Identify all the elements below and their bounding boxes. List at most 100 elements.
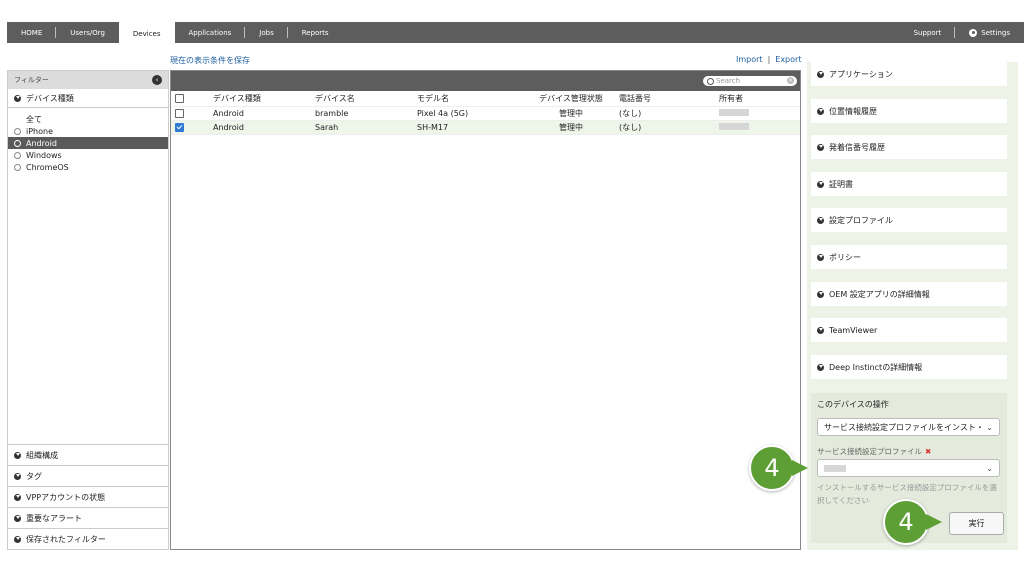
device-type-label: Windows [26, 150, 62, 160]
device-type-section-header[interactable]: デバイス種類 [8, 89, 168, 108]
row-checkbox[interactable] [175, 123, 184, 132]
table-row[interactable]: Android bramble Pixel 4a (5G) 管理中 (なし) [171, 107, 800, 121]
device-table-panel: Search × デバイス種類 デバイス名 モデル名 デバイス管理状態 電話番号… [170, 70, 801, 550]
column-header[interactable]: モデル名 [413, 93, 523, 104]
chevron-down-icon [817, 143, 824, 151]
cell-device-name: bramble [315, 109, 349, 118]
required-icon: ✖ [925, 447, 932, 456]
save-filter-link[interactable]: 現在の表示条件を保存 [170, 55, 250, 66]
section-label: VPPアカウントの状態 [26, 492, 106, 502]
column-header[interactable]: デバイス種類 [209, 93, 311, 104]
section-deep-instinct[interactable]: Deep Instinctの詳細情報 [811, 355, 1007, 379]
section-label: OEM 設定アプリの詳細情報 [829, 289, 930, 299]
nav-applications[interactable]: Applications [175, 22, 246, 43]
column-header[interactable]: 電話番号 [615, 93, 715, 104]
chevron-down-icon: ⌄ [986, 422, 993, 432]
nav-support[interactable]: Support [900, 22, 956, 43]
operation-select[interactable]: サービス接続設定プロファイルをインスト・ ⌄ [817, 418, 1000, 436]
chevron-down-icon [817, 253, 824, 261]
cell-phone: (なし) [619, 109, 642, 118]
chevron-down-icon [14, 535, 21, 543]
nav-settings[interactable]: Settings [955, 22, 1024, 43]
nav-users-org[interactable]: Users/Org [56, 22, 119, 43]
gear-icon [969, 28, 978, 37]
section-location-history[interactable]: 位置情報履歴 [811, 99, 1007, 123]
chevron-down-icon [817, 363, 824, 371]
step-callout-badge: 4 [749, 445, 795, 491]
column-header[interactable]: デバイス名 [311, 93, 413, 104]
device-detail-panel: アプリケーション 位置情報履歴 発着信番号履歴 証明書 設定プロファイル ポリシ… [807, 62, 1018, 550]
chevron-down-icon [14, 493, 21, 501]
radio-icon [14, 151, 21, 159]
step-callout-badge: 4 [883, 499, 929, 545]
nav-settings-label: Settings [981, 28, 1010, 37]
search-input[interactable]: Search × [703, 76, 797, 86]
cell-status: 管理中 [559, 123, 583, 132]
link-separator: | [767, 55, 771, 64]
section-applications[interactable]: アプリケーション [811, 62, 1007, 86]
execute-button[interactable]: 実行 [949, 512, 1004, 535]
nav-devices[interactable]: Devices [118, 22, 175, 45]
device-type-label: Android [26, 138, 57, 148]
section-label: 重要なアラート [26, 513, 82, 523]
profile-label-text: サービス接続設定プロファイル [817, 447, 922, 456]
device-type-label: ChromeOS [26, 162, 69, 172]
section-tags[interactable]: タグ [8, 465, 168, 486]
section-critical-alerts[interactable]: 重要なアラート [8, 507, 168, 528]
collapse-left-icon[interactable]: ‹ [152, 75, 162, 85]
device-type-chromeos[interactable]: ChromeOS [8, 161, 168, 173]
clear-icon[interactable]: × [787, 77, 794, 84]
section-teamviewer[interactable]: TeamViewer [811, 318, 1007, 342]
chevron-down-icon [817, 290, 824, 298]
section-certificates[interactable]: 証明書 [811, 172, 1007, 196]
column-header[interactable]: 所有者 [715, 93, 795, 104]
chevron-down-icon [14, 451, 21, 459]
filter-panel: フィルター ‹ デバイス種類 全て iPhone Android Windows… [7, 70, 169, 550]
radio-icon [14, 127, 21, 135]
chevron-down-icon [14, 94, 21, 102]
redacted-profile-value [824, 464, 846, 472]
nav-reports[interactable]: Reports [288, 22, 343, 43]
nav-jobs[interactable]: Jobs [245, 22, 289, 43]
cell-model: SH-M17 [417, 123, 449, 132]
radio-icon [14, 139, 21, 147]
device-type-windows[interactable]: Windows [8, 149, 168, 161]
table-header-row: デバイス種類 デバイス名 モデル名 デバイス管理状態 電話番号 所有者 [171, 91, 800, 107]
export-link[interactable]: Export [775, 55, 801, 64]
section-org-structure[interactable]: 組織構成 [8, 444, 168, 465]
cell-phone: (なし) [619, 123, 642, 132]
import-link[interactable]: Import [736, 55, 763, 64]
device-type-iphone[interactable]: iPhone [8, 125, 168, 137]
device-type-label: iPhone [26, 126, 54, 136]
section-saved-filters[interactable]: 保存されたフィルター [8, 528, 168, 549]
device-type-all[interactable]: 全て [8, 113, 168, 125]
section-policies[interactable]: ポリシー [811, 245, 1007, 269]
chevron-down-icon [14, 472, 21, 480]
row-checkbox[interactable] [175, 109, 184, 118]
device-type-header-label: デバイス種類 [26, 93, 74, 103]
chevron-down-icon: ⌄ [986, 463, 993, 473]
section-vpp-account[interactable]: VPPアカウントの状態 [8, 486, 168, 507]
callout-pointer [792, 460, 808, 476]
section-call-history[interactable]: 発着信番号履歴 [811, 135, 1007, 159]
row-select-cell [171, 109, 209, 118]
section-label: 組織構成 [26, 450, 58, 460]
section-label: 発着信番号履歴 [829, 142, 885, 152]
redacted-owner [719, 123, 749, 130]
section-label: 位置情報履歴 [829, 106, 877, 116]
select-all-checkbox[interactable] [175, 94, 184, 103]
table-row[interactable]: Android Sarah SH-M17 管理中 (なし) [171, 121, 800, 135]
filter-bottom-sections: 組織構成 タグ VPPアカウントの状態 重要なアラート 保存されたフィルター [8, 444, 168, 549]
cell-device-type: Android [213, 109, 244, 118]
section-config-profiles[interactable]: 設定プロファイル [811, 208, 1007, 232]
cell-model: Pixel 4a (5G) [417, 109, 469, 118]
operation-select-value: サービス接続設定プロファイルをインスト・ [824, 422, 984, 432]
nav-home[interactable]: HOME [7, 22, 57, 43]
device-type-android[interactable]: Android [8, 137, 168, 149]
column-header[interactable]: デバイス管理状態 [523, 93, 615, 104]
chevron-down-icon [817, 326, 824, 334]
section-label: アプリケーション [829, 69, 893, 79]
section-oem-config[interactable]: OEM 設定アプリの詳細情報 [811, 282, 1007, 306]
profile-select[interactable]: ⌄ [817, 459, 1000, 477]
filter-header: フィルター ‹ [8, 71, 168, 89]
